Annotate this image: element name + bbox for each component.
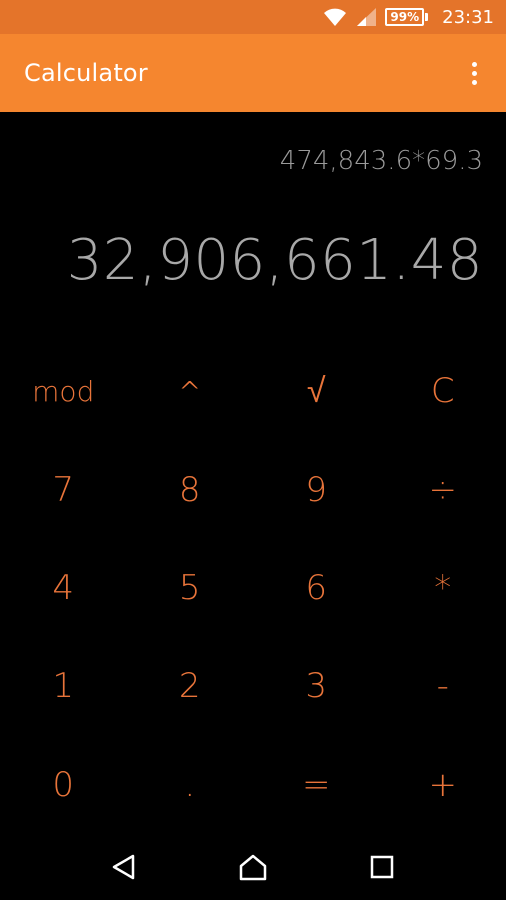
digit-6-key[interactable]: 6: [253, 539, 380, 637]
more-vert-icon[interactable]: [462, 53, 486, 93]
app-bar: Calculator: [0, 34, 506, 112]
battery-icon: 99%: [385, 8, 429, 26]
sqrt-key[interactable]: √: [253, 342, 380, 440]
add-key[interactable]: +: [380, 736, 506, 834]
wifi-icon: [323, 7, 347, 27]
keypad: mod ^ √ C 7 8 9 ÷ 4 5 6 * 1 2 3 - 0 . = …: [0, 342, 506, 834]
result-text: 32,906,661.48: [66, 228, 483, 293]
status-clock: 23:31: [442, 6, 494, 28]
digit-0-key[interactable]: 0: [0, 736, 127, 834]
navigation-bar: [0, 834, 506, 900]
digit-2-key[interactable]: 2: [127, 637, 254, 735]
digit-8-key[interactable]: 8: [127, 440, 254, 538]
back-triangle-icon[interactable]: [104, 847, 144, 887]
digit-3-key[interactable]: 3: [253, 637, 380, 735]
expression-text: 474,843.6*69.3: [279, 146, 483, 176]
calculator-display: 474,843.6*69.3 32,906,661.48: [0, 112, 506, 340]
digit-1-key[interactable]: 1: [0, 637, 127, 735]
multiply-key[interactable]: *: [380, 539, 506, 637]
equals-key[interactable]: =: [253, 736, 380, 834]
digit-5-key[interactable]: 5: [127, 539, 254, 637]
app-title: Calculator: [24, 59, 148, 87]
digit-9-key[interactable]: 9: [253, 440, 380, 538]
divide-key[interactable]: ÷: [380, 440, 506, 538]
mod-key[interactable]: mod: [0, 342, 127, 440]
cell-signal-icon: [355, 7, 377, 27]
battery-level: 99%: [385, 8, 425, 26]
home-icon[interactable]: [233, 847, 273, 887]
digit-4-key[interactable]: 4: [0, 539, 127, 637]
recents-square-icon[interactable]: [362, 847, 402, 887]
status-bar: 99% 23:31: [0, 0, 506, 34]
clear-key[interactable]: C: [380, 342, 506, 440]
subtract-key[interactable]: -: [380, 637, 506, 735]
decimal-key[interactable]: .: [127, 736, 254, 834]
power-key[interactable]: ^: [127, 342, 254, 440]
digit-7-key[interactable]: 7: [0, 440, 127, 538]
